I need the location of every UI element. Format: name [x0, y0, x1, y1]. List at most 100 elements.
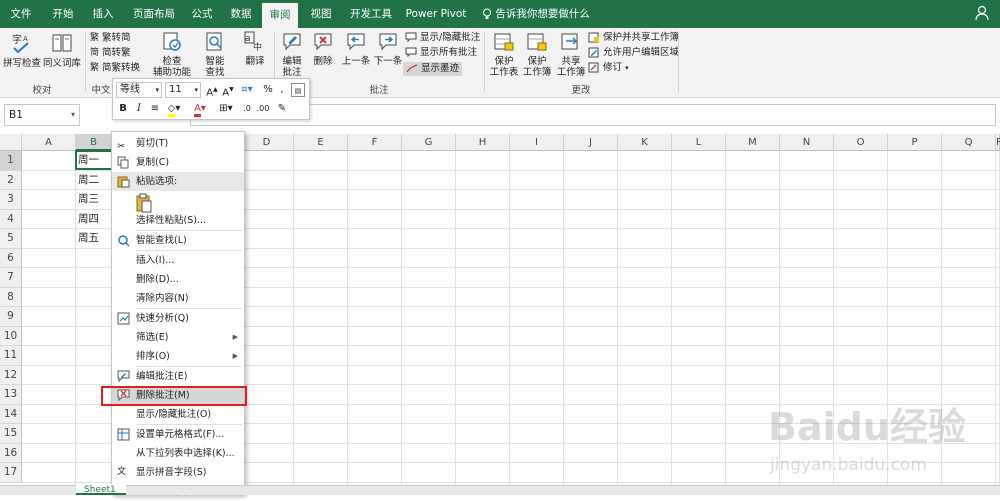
tab-file[interactable]: 文件	[6, 0, 36, 28]
comma-style-icon[interactable]: ,	[275, 83, 289, 97]
row-header-10[interactable]: 10	[0, 326, 22, 346]
protect-share-button[interactable]: 保护并共享工作簿	[588, 31, 679, 45]
chevron-down-icon[interactable]: ▾	[71, 105, 75, 125]
column-header-a[interactable]: A	[22, 134, 76, 151]
font-name-box[interactable]: 等线 ▾	[116, 82, 162, 98]
translate-button[interactable]: a中 翻译	[238, 31, 272, 67]
cell-b3[interactable]: 周三	[76, 190, 112, 209]
select-all-corner[interactable]	[0, 134, 22, 151]
column-header-m[interactable]: M	[726, 134, 780, 151]
column-header-h[interactable]: H	[456, 134, 510, 151]
menu-item-copy[interactable]: 复制(C)	[112, 153, 244, 172]
row-header-17[interactable]: 17	[0, 463, 22, 483]
increase-decimal-icon[interactable]: .0	[240, 102, 254, 116]
column-header-k[interactable]: K	[618, 134, 672, 151]
row-header-11[interactable]: 11	[0, 346, 22, 366]
menu-item-filter[interactable]: 筛选(E) ▶	[112, 328, 244, 347]
column-header-i[interactable]: I	[510, 134, 564, 151]
simp-to-trad-button[interactable]: 简简转繁	[90, 46, 131, 61]
row-header-1[interactable]: 1	[0, 151, 22, 171]
row-header-5[interactable]: 5	[0, 229, 22, 249]
row-header-15[interactable]: 15	[0, 424, 22, 444]
tab-developer[interactable]: 开发工具	[345, 0, 397, 28]
borders-icon[interactable]: ⊞▾	[216, 102, 236, 116]
sheet-tab[interactable]: Sheet1	[76, 484, 126, 495]
row-header-12[interactable]: 12	[0, 365, 22, 385]
decrease-decimal-icon[interactable]: .00	[256, 102, 270, 116]
track-changes-button[interactable]: 修订 ▾	[588, 61, 629, 75]
delete-comment-ribbon-button[interactable]: 删除	[308, 31, 338, 67]
menu-item-delete[interactable]: 删除(D)...	[112, 270, 244, 289]
fill-color-icon[interactable]: ◇▾	[164, 102, 184, 117]
convert-button[interactable]: 繁简繁转换	[90, 61, 140, 76]
menu-item-smart-lookup[interactable]: 智能查找(L)	[112, 231, 244, 250]
protect-workbook-button[interactable]: 保护 工作簿	[520, 31, 554, 78]
percent-icon[interactable]: %	[261, 83, 275, 97]
tab-data[interactable]: 数据	[226, 0, 256, 28]
column-header-g[interactable]: G	[402, 134, 456, 151]
tab-power-pivot[interactable]: Power Pivot	[404, 0, 468, 28]
bold-icon[interactable]: B	[116, 102, 130, 116]
show-hide-comment-button[interactable]: 显示/隐藏批注	[405, 31, 480, 45]
font-size-box[interactable]: 11 ▾	[165, 82, 201, 98]
thesaurus-button[interactable]: 同义词库	[42, 31, 82, 69]
tab-formulas[interactable]: 公式	[187, 0, 217, 28]
tab-view[interactable]: 视图	[306, 0, 336, 28]
name-box[interactable]: B1 ▾	[4, 104, 80, 126]
show-ink-button[interactable]: 显示墨迹	[403, 62, 463, 76]
row-header-16[interactable]: 16	[0, 443, 22, 463]
tab-review[interactable]: 审阅	[262, 3, 298, 28]
column-header-o[interactable]: O	[834, 134, 888, 151]
menu-item-sort[interactable]: 排序(O) ▶	[112, 347, 244, 366]
protect-sheet-button[interactable]: 保护 工作表	[488, 31, 520, 78]
row-header-6[interactable]: 6	[0, 248, 22, 268]
share-workbook-button[interactable]: 共享 工作簿	[554, 31, 588, 78]
italic-icon[interactable]: I	[132, 102, 146, 116]
format-painter-icon[interactable]: ✎	[275, 102, 289, 116]
allow-edit-ranges-button[interactable]: 允许用户编辑区域	[588, 46, 679, 60]
cell-b5[interactable]: 周五	[76, 229, 112, 248]
tell-me-box[interactable]: 告诉我你想要做什么	[482, 0, 590, 28]
number-format-icon[interactable]: ¤▾	[237, 83, 257, 97]
row-header-4[interactable]: 4	[0, 209, 22, 229]
column-header-j[interactable]: J	[564, 134, 618, 151]
font-color-icon[interactable]: A▾	[190, 102, 210, 117]
tab-page-layout[interactable]: 页面布局	[128, 0, 180, 28]
column-header-e[interactable]: E	[294, 134, 348, 151]
merge-cells-icon[interactable]: ▤	[291, 83, 305, 97]
column-header-l[interactable]: L	[672, 134, 726, 151]
show-all-comments-button[interactable]: 显示所有批注	[405, 46, 477, 60]
column-header-n[interactable]: N	[780, 134, 834, 151]
previous-comment-button[interactable]: 上一条	[340, 31, 372, 67]
row-header-14[interactable]: 14	[0, 404, 22, 424]
menu-item-show-hide-comment[interactable]: 显示/隐藏批注(O)	[112, 405, 244, 424]
formula-input[interactable]	[190, 104, 996, 126]
menu-item-quick-analysis[interactable]: 快速分析(Q)	[112, 309, 244, 328]
menu-item-phonetic[interactable]: 文显示拼音字段(S)	[112, 463, 244, 482]
row-header-9[interactable]: 9	[0, 307, 22, 327]
column-header-r[interactable]: R	[996, 134, 1000, 151]
cell-b2[interactable]: 周二	[76, 171, 112, 190]
menu-item-paste-special[interactable]: 选择性粘贴(S)...	[112, 211, 244, 230]
menu-item-pick-from-list[interactable]: 从下拉列表中选择(K)...	[112, 444, 244, 463]
menu-item-edit-comment[interactable]: 编辑批注(E)	[112, 367, 244, 386]
menu-item-format-cells[interactable]: 设置单元格格式(F)...	[112, 425, 244, 444]
menu-item-clear-contents[interactable]: 清除内容(N)	[112, 289, 244, 308]
row-header-13[interactable]: 13	[0, 385, 22, 405]
row-header-8[interactable]: 8	[0, 287, 22, 307]
column-header-d[interactable]: D	[240, 134, 294, 151]
column-header-b[interactable]: B	[76, 134, 112, 151]
trad-to-simp-button[interactable]: 繁繁转简	[90, 31, 131, 46]
tab-insert[interactable]: 插入	[88, 0, 118, 28]
row-header-3[interactable]: 3	[0, 190, 22, 210]
row-header-2[interactable]: 2	[0, 170, 22, 190]
column-header-p[interactable]: P	[888, 134, 942, 151]
align-center-icon[interactable]: ≡	[148, 102, 162, 116]
check-accessibility-button[interactable]: 检查 辅助功能	[152, 31, 192, 78]
menu-item-insert[interactable]: 插入(I)...	[112, 251, 244, 270]
column-header-q[interactable]: Q	[942, 134, 996, 151]
cell-b4[interactable]: 周四	[76, 210, 112, 229]
tab-home[interactable]: 开始	[48, 0, 78, 28]
increase-font-icon[interactable]: A▲	[205, 83, 219, 98]
row-header-7[interactable]: 7	[0, 268, 22, 288]
